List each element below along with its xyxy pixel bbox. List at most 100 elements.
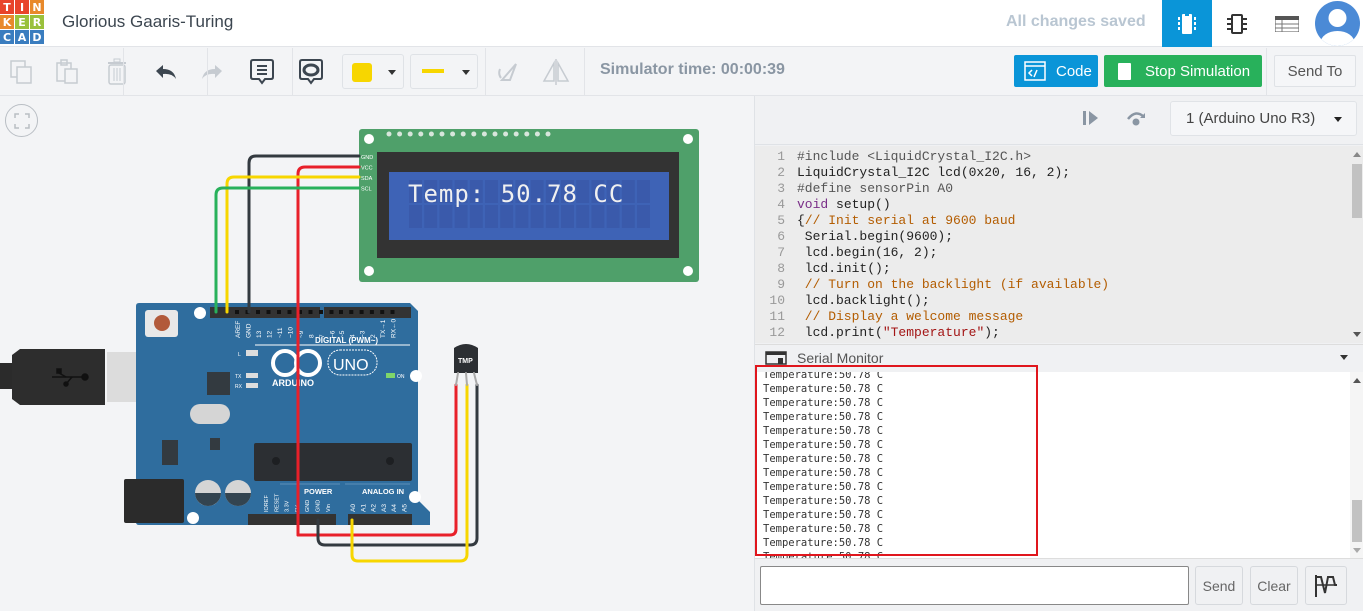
step-button[interactable] — [1081, 109, 1101, 132]
nav-component-list-view[interactable] — [1262, 0, 1312, 47]
serial-scroll-thumb[interactable] — [1352, 500, 1362, 542]
code-line[interactable]: 3 #define sensorPin A0 — [755, 181, 1350, 197]
wire-color-dropdown[interactable] — [342, 54, 404, 89]
code-button[interactable]: Code — [1014, 55, 1098, 87]
lcd-header-pin — [428, 131, 434, 137]
wire-sda-lcd[interactable] — [225, 175, 361, 314]
code-line[interactable]: 12 lcd.print("Temperature"); — [755, 325, 1350, 341]
code-line[interactable]: 7 lcd.begin(16, 2); — [755, 245, 1350, 261]
code-line[interactable]: 6 Serial.begin(9600); — [755, 229, 1350, 245]
header-pin[interactable] — [235, 310, 239, 314]
delete-button[interactable] — [101, 56, 133, 88]
code-line[interactable]: 8 lcd.init(); — [755, 261, 1350, 277]
header-pin[interactable] — [390, 310, 395, 314]
nav-circuit-view[interactable] — [1162, 0, 1212, 47]
header-pin[interactable] — [287, 310, 292, 314]
serial-monitor-footer: Send Clear — [755, 558, 1363, 611]
serial-monitor-output[interactable]: Temperature:50.78 C Temperature:50.78 C Te… — [755, 372, 1363, 558]
scroll-up-arrow-icon[interactable] — [1353, 152, 1361, 157]
header-pin[interactable] — [349, 310, 354, 314]
code-line[interactable]: 10 lcd.backlight(); — [755, 293, 1350, 309]
serial-send-button[interactable]: Send — [1195, 566, 1243, 605]
code-line[interactable]: 4 void setup() — [755, 197, 1350, 213]
flip-icon — [542, 59, 570, 85]
rotate-icon — [498, 63, 517, 81]
nav-components-view[interactable] — [1212, 0, 1262, 47]
editor-scroll-thumb[interactable] — [1352, 164, 1362, 218]
header-pin[interactable] — [256, 310, 260, 314]
wire-type-swatch — [422, 69, 444, 73]
code-token: lcd.print( — [797, 325, 883, 340]
flip-button[interactable] — [540, 56, 572, 88]
header-pin[interactable] — [319, 310, 323, 314]
tinkercad-logo[interactable]: TIN KER CAD — [0, 0, 44, 44]
user-avatar[interactable] — [1315, 1, 1360, 46]
copy-button[interactable] — [5, 56, 37, 88]
lcd-header-pin — [460, 131, 466, 137]
collapse-icon[interactable] — [1340, 355, 1348, 360]
redo-icon — [202, 65, 222, 79]
code-editor[interactable]: 1 #include <LiquidCrystal_I2C.h> 2 LiquidCr… — [755, 146, 1363, 343]
code-line[interactable]: 2 LiquidCrystal_I2C lcd(0x20, 16, 2); — [755, 165, 1350, 181]
wire-scl-lcd[interactable] — [214, 186, 361, 314]
logo-letter: E — [15, 15, 29, 29]
lcd-cell — [591, 205, 605, 228]
serial-input[interactable] — [760, 566, 1189, 605]
code-line[interactable]: 1 #include <LiquidCrystal_I2C.h> — [755, 149, 1350, 165]
digital-pin-label: RX←0 — [391, 318, 398, 338]
save-status: All changes saved — [1006, 13, 1146, 30]
send-to-button[interactable]: Send To — [1274, 55, 1356, 87]
header-pin[interactable] — [277, 310, 281, 314]
lcd-header-pin — [503, 131, 509, 137]
project-title[interactable]: Glorious Gaaris-Turing — [62, 12, 233, 32]
header-pin[interactable] — [308, 310, 313, 314]
top-bar: TIN KER CAD Glorious Gaaris-Turing All cha… — [0, 0, 1363, 47]
header-pin[interactable] — [359, 310, 364, 314]
lcd-pin-label: VCC — [361, 166, 373, 172]
device-select[interactable]: 1 (Arduino Uno R3) — [1170, 101, 1357, 136]
wire-type-dropdown[interactable] — [410, 54, 478, 89]
circuit-canvas[interactable]: ARDUINO UNO DIGITAL (PWM~) POWER ANALOG … — [0, 96, 754, 611]
scroll-down-arrow-icon[interactable] — [1353, 548, 1361, 553]
paste-button[interactable] — [51, 56, 83, 88]
scroll-up-arrow-icon[interactable] — [1353, 378, 1361, 383]
serial-monitor-scrollbar[interactable] — [1350, 372, 1363, 558]
code-text: #define sensorPin A0 — [793, 181, 953, 197]
digital-pin-label: 13 — [256, 330, 263, 338]
lcd-cell — [530, 205, 544, 228]
redo-button[interactable] — [196, 56, 228, 88]
logo-letter: A — [15, 30, 29, 44]
stop-simulation-button[interactable]: Stop Simulation — [1104, 55, 1262, 87]
header-pin[interactable] — [266, 310, 271, 314]
serial-clear-button[interactable]: Clear — [1250, 566, 1298, 605]
notes-button[interactable] — [246, 56, 278, 88]
code-line[interactable]: 9 // Turn on the backlight (if available… — [755, 277, 1350, 293]
code-line[interactable]: 11 // Display a welcome message — [755, 309, 1350, 325]
copy-icon — [10, 60, 32, 84]
toggle-notes-visibility-button[interactable] — [295, 56, 327, 88]
code-text: lcd.backlight(); — [793, 293, 930, 309]
paste-icon — [56, 59, 78, 84]
undo-button[interactable] — [150, 56, 182, 88]
toolbar-divider — [584, 48, 585, 96]
user-icon — [1320, 9, 1355, 46]
debugger-button[interactable] — [1125, 109, 1147, 132]
code-token: lcd.init(); — [797, 261, 891, 276]
serial-monitor-header[interactable]: Serial Monitor — [755, 344, 1363, 370]
header-pin[interactable] — [339, 310, 343, 314]
code-line[interactable]: 5 {// Init serial at 9600 baud — [755, 213, 1350, 229]
lcd-row-1: Temp: 50.78 CC — [408, 180, 624, 208]
serial-output-line: Temperature:50.78 C — [763, 453, 884, 465]
rotate-button[interactable] — [492, 56, 524, 88]
header-pin[interactable] — [329, 310, 334, 314]
led-l-label: L — [238, 352, 241, 358]
wire-gnd-lcd[interactable] — [247, 154, 361, 314]
serial-graph-button[interactable] — [1305, 566, 1347, 605]
header-pin[interactable] — [380, 310, 385, 314]
code-text: LiquidCrystal_I2C lcd(0x20, 16, 2); — [793, 165, 1070, 181]
code-text: lcd.print("Temperature"); — [793, 325, 1000, 341]
scroll-down-arrow-icon[interactable] — [1353, 332, 1361, 337]
code-panel-header: 1 (Arduino Uno R3) — [755, 96, 1363, 145]
header-pin[interactable] — [369, 310, 374, 314]
editor-scrollbar[interactable] — [1350, 146, 1363, 343]
